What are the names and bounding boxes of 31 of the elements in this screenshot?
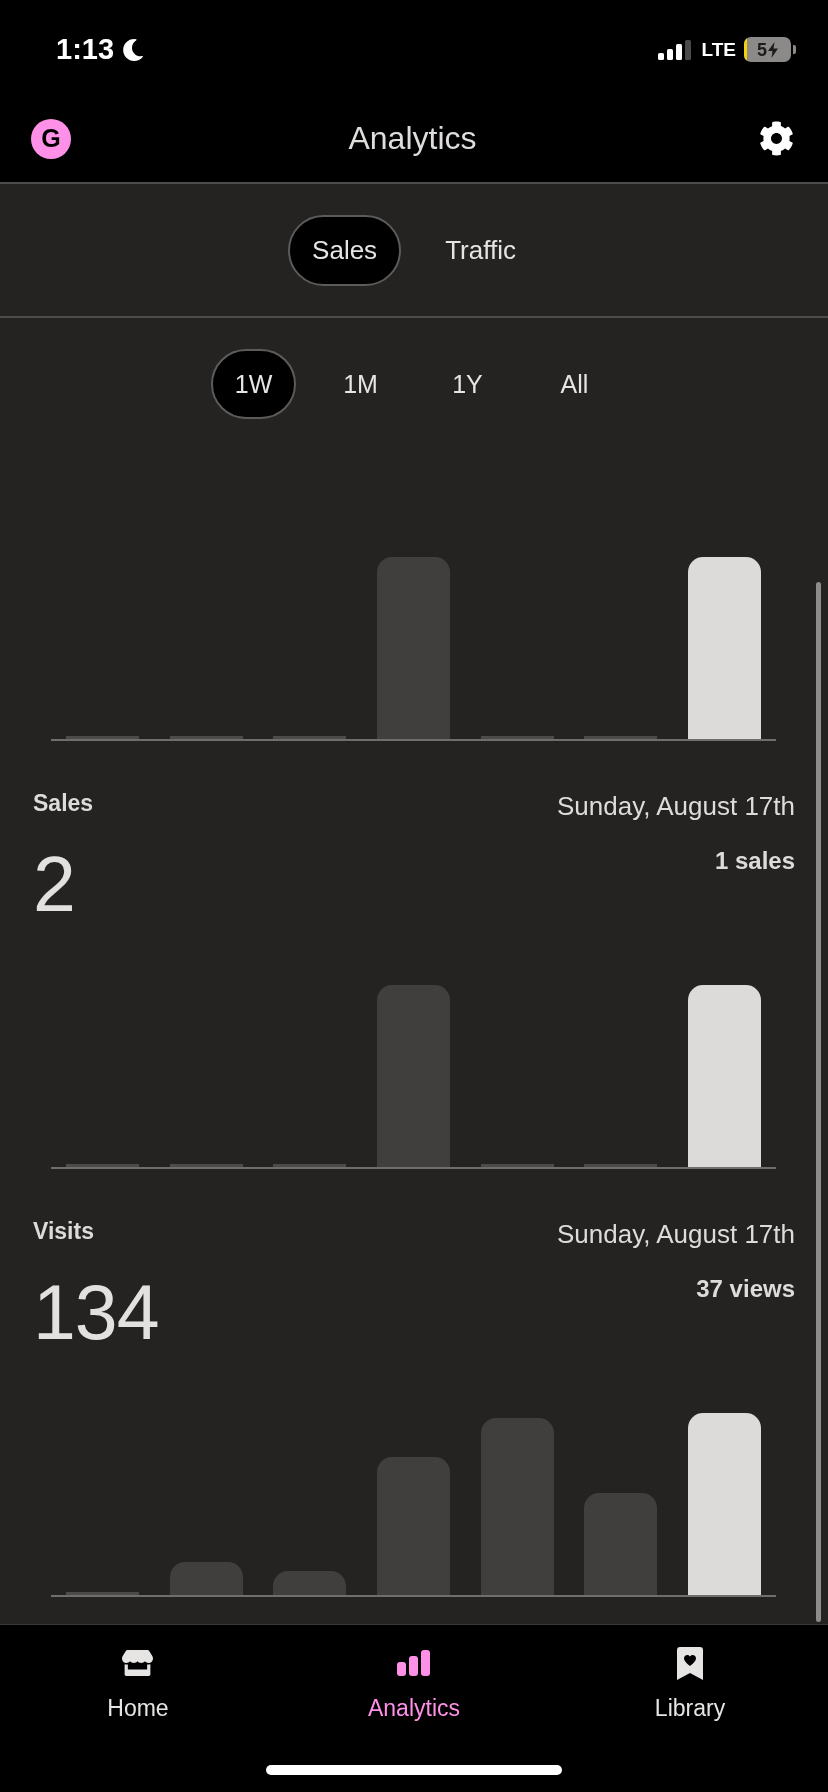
- section-title: Sales: [33, 789, 94, 817]
- nav-tab[interactable]: Library: [654, 1646, 726, 1723]
- logo[interactable]: G: [31, 118, 71, 159]
- period-tab[interactable]: 1W: [211, 349, 296, 419]
- chart-bar[interactable]: [687, 1413, 761, 1595]
- battery-percent: 5: [757, 40, 767, 59]
- selected-date: Sunday, August 17th: [556, 1219, 795, 1249]
- metric-value: 134: [33, 1272, 159, 1352]
- page-title: Analytics: [348, 119, 477, 158]
- metric-value: 2: [33, 844, 75, 924]
- nav-tab[interactable]: Analytics: [367, 1646, 460, 1723]
- settings-icon[interactable]: [759, 121, 794, 156]
- period-tab[interactable]: 1Y: [425, 349, 510, 419]
- storefront-icon: [122, 1649, 154, 1677]
- chart-bar[interactable]: [687, 985, 761, 1167]
- chart-bar[interactable]: [687, 557, 761, 739]
- period-tab[interactable]: 1M: [318, 349, 403, 419]
- day-total: 37 views: [696, 1274, 795, 1304]
- period-tab[interactable]: All: [532, 349, 617, 419]
- network-label: LTE: [701, 40, 736, 59]
- segment-tab[interactable]: Sales: [288, 214, 402, 286]
- section-title: Visits: [33, 1217, 94, 1245]
- nav-tab[interactable]: Home: [107, 1646, 169, 1723]
- signal-icon: [657, 39, 694, 60]
- bar-chart-icon: [397, 1650, 431, 1676]
- bookmark-heart-icon: [677, 1646, 703, 1680]
- status-time: 1:13: [56, 35, 115, 64]
- segment-tab[interactable]: Traffic: [421, 214, 540, 286]
- scrollbar[interactable]: [816, 582, 821, 1622]
- day-total: 1 sales: [714, 846, 795, 876]
- selected-date: Sunday, August 17th: [556, 791, 795, 821]
